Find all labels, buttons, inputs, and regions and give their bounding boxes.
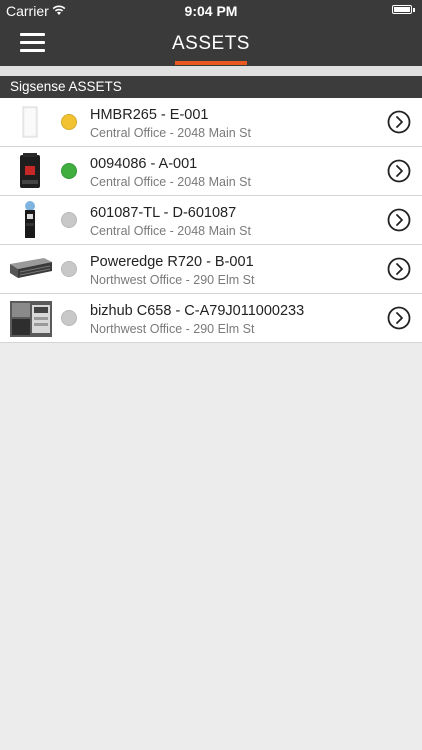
- asset-row[interactable]: 601087-TL - D-601087 Central Office - 20…: [0, 196, 422, 245]
- chevron-right-icon[interactable]: [387, 159, 411, 183]
- asset-title: bizhub C658 - C-A79J011000233: [90, 303, 305, 319]
- coffee-machine-thumbnail: [20, 153, 40, 188]
- asset-title: HMBR265 - E-001: [90, 107, 209, 123]
- status-bar: Carrier 9:04 PM: [0, 0, 422, 22]
- status-indicator: [61, 212, 77, 228]
- asset-location: Northwest Office - 290 Elm St: [90, 273, 255, 287]
- asset-location: Northwest Office - 290 Elm St: [90, 322, 255, 336]
- asset-location: Central Office - 2048 Main St: [90, 126, 251, 140]
- asset-list: HMBR265 - E-001 Central Office - 2048 Ma…: [0, 98, 422, 343]
- status-indicator: [61, 261, 77, 277]
- chevron-right-icon[interactable]: [387, 257, 411, 281]
- battery-icon: [392, 5, 415, 14]
- title-underline: [175, 61, 247, 65]
- status-indicator: [61, 163, 77, 179]
- asset-title: Poweredge R720 - B-001: [90, 254, 254, 270]
- water-cooler-thumbnail: [25, 201, 35, 238]
- asset-row[interactable]: HMBR265 - E-001 Central Office - 2048 Ma…: [0, 98, 422, 147]
- section-title: Sigsense ASSETS: [10, 79, 122, 94]
- asset-location: Central Office - 2048 Main St: [90, 224, 251, 238]
- nav-bar: ASSETS: [0, 22, 422, 66]
- status-indicator: [61, 114, 77, 130]
- asset-row[interactable]: Poweredge R720 - B-001 Northwest Office …: [0, 245, 422, 294]
- rack-server-thumbnail: [10, 258, 52, 278]
- asset-title: 601087-TL - D-601087: [90, 205, 237, 221]
- header-divider: [0, 66, 422, 76]
- asset-location: Central Office - 2048 Main St: [90, 175, 251, 189]
- status-indicator: [61, 310, 77, 326]
- asset-row[interactable]: bizhub C658 - C-A79J011000233 Northwest …: [0, 294, 422, 343]
- page-title: ASSETS: [172, 33, 250, 54]
- chevron-right-icon[interactable]: [387, 208, 411, 232]
- chevron-right-icon[interactable]: [387, 306, 411, 330]
- chevron-right-icon[interactable]: [387, 110, 411, 134]
- wall-sensor-thumbnail: [22, 106, 38, 138]
- section-header: Sigsense ASSETS: [0, 76, 422, 98]
- clock: 9:04 PM: [184, 3, 238, 19]
- copier-thumbnail: [10, 301, 52, 337]
- asset-title: 0094086 - A-001: [90, 156, 198, 172]
- asset-row[interactable]: 0094086 - A-001 Central Office - 2048 Ma…: [0, 147, 422, 196]
